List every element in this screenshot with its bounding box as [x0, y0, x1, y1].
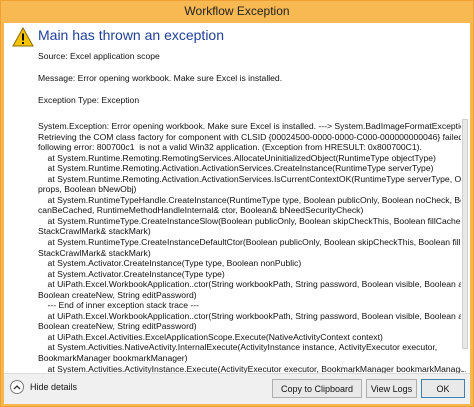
details-line: at System.Runtime.Remoting.RemotingServi…: [38, 152, 436, 163]
ok-button[interactable]: OK: [421, 379, 465, 398]
details-line: following error: 800700c1 is not a valid…: [38, 142, 422, 153]
details-line: StackCrawlMark& stackMark): [38, 247, 151, 258]
details-line: at UiPath.Excel.WorkbookApplication..cto…: [38, 279, 466, 290]
hide-details-toggle[interactable]: Hide details: [10, 380, 77, 394]
details-line: at System.Activator.CreateInstance(Type …: [38, 258, 302, 269]
details-line: --- End of inner exception stack trace -…: [38, 300, 199, 311]
exception-type: Exception Type: Exception: [38, 95, 140, 105]
details-line: Boolean createNew, String editPassword): [38, 289, 197, 300]
details-line: at System.Activities.NativeActivity.Inte…: [38, 342, 438, 353]
chevron-up-icon[interactable]: [10, 380, 24, 394]
details-line: props, Boolean bNewObj): [38, 184, 137, 195]
details-line: at System.Runtime.Remoting.Activation.Ac…: [38, 173, 466, 184]
exception-message: Message: Error opening workbook. Make su…: [38, 73, 283, 83]
exception-content: Main has thrown an exception Source: Exc…: [4, 23, 470, 395]
copy-to-clipboard-button[interactable]: Copy to Clipboard: [272, 379, 362, 398]
warning-icon: [12, 27, 34, 47]
details-line: at System.Activator.CreateInstance(Type …: [38, 268, 225, 279]
details-line: at System.RuntimeType.CreateInstanceSlow…: [38, 215, 463, 226]
details-scrollbar-thumb[interactable]: [462, 119, 468, 349]
details-line: at UiPath.Excel.Activities.ExcelApplicat…: [38, 331, 383, 342]
hide-details-label[interactable]: Hide details: [30, 382, 77, 392]
window-title: Workflow Exception: [184, 4, 290, 18]
exception-source: Source: Excel application scope: [38, 51, 160, 61]
details-line: Boolean createNew, String editPassword): [38, 321, 197, 332]
dialog-body: Main has thrown an exception Source: Exc…: [4, 23, 470, 404]
view-logs-button[interactable]: View Logs: [366, 379, 417, 398]
exception-heading: Main has thrown an exception: [38, 27, 224, 43]
workflow-exception-window: Workflow Exception Main has thrown an ex…: [0, 0, 474, 407]
details-line: BookmarkManager bookmarkManager): [38, 353, 188, 364]
details-line: at System.RuntimeType.CreateInstanceDefa…: [38, 237, 466, 248]
title-bar[interactable]: Workflow Exception: [1, 1, 473, 23]
details-line: System.Exception: Error opening workbook…: [38, 121, 466, 131]
details-line: StackCrawlMark& stackMark): [38, 226, 151, 237]
details-line: at System.Runtime.Remoting.Activation.Ac…: [38, 163, 434, 174]
details-line: Retrieving the COM class factory for com…: [38, 131, 466, 142]
details-line: at System.RuntimeTypeHandle.CreateInstan…: [38, 194, 466, 205]
details-line: canBeCached, RuntimeMethodHandleInternal…: [38, 205, 364, 216]
dialog-footer: Hide details Copy to Clipboard View Logs…: [4, 373, 470, 404]
exception-details[interactable]: System.Exception: Error opening workbook…: [38, 121, 466, 395]
details-line: at UiPath.Excel.WorkbookApplication..cto…: [38, 310, 466, 321]
